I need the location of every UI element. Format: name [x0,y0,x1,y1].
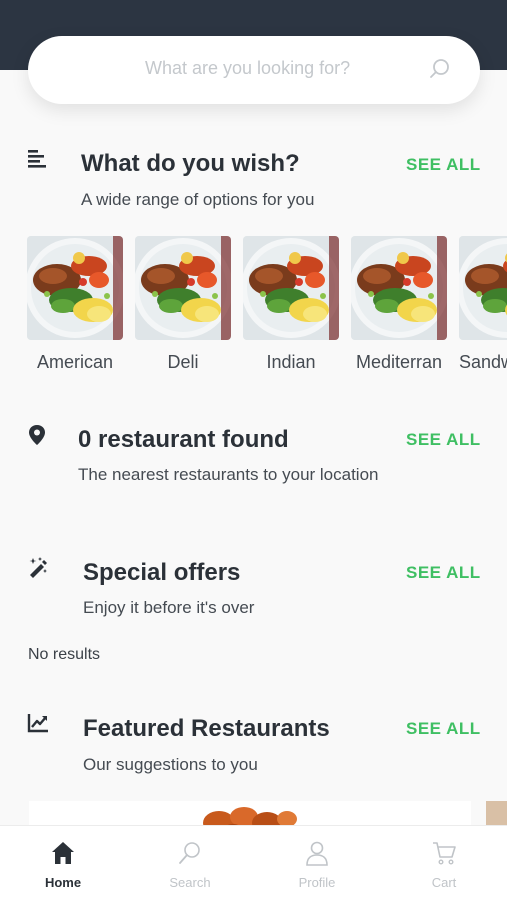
category-image [243,236,339,340]
cart-icon [433,842,456,865]
magic-wand-icon [29,557,47,578]
category-item-indian[interactable]: Indian [243,236,339,372]
section-title-restaurants: 0 restaurant found [78,426,289,453]
menu-lines-icon [28,150,46,168]
section-subtitle-offers: Enjoy it before it's over [83,598,255,617]
search-icon [179,842,200,864]
nav-label: Profile [298,875,336,890]
nav-label: Home [44,875,82,890]
location-pin-icon [29,425,45,445]
nav-tab-cart[interactable]: Cart [381,826,507,901]
search-input[interactable]: What are you looking for? [28,36,480,104]
profile-icon [306,841,328,866]
category-item-american[interactable]: American [27,236,123,372]
offers-empty-text: No results [28,646,101,663]
category-item-sandwich[interactable]: Sandw [459,236,507,372]
section-title-offers: Special offers [83,559,241,586]
category-label: Deli [167,352,199,372]
category-label: Mediterran [355,352,443,372]
see-all-offers-link[interactable]: SEE ALL [406,563,481,583]
nav-tab-home[interactable]: Home [0,826,126,901]
category-label: Sandw [459,352,507,372]
category-image [459,236,507,340]
see-all-featured-link[interactable]: SEE ALL [406,719,481,739]
category-item-deli[interactable]: Deli [135,236,231,372]
category-label: Indian [266,352,316,372]
section-subtitle-wish: A wide range of options for you [81,190,315,209]
nav-label: Cart [431,875,457,890]
bottom-navigation: Home Search Profile Cart [0,825,507,901]
section-subtitle-restaurants: The nearest restaurants to your location [78,465,379,484]
see-all-wish-link[interactable]: SEE ALL [406,155,481,175]
category-image [27,236,123,340]
see-all-restaurants-link[interactable]: SEE ALL [406,430,481,450]
nav-label: Search [169,875,211,890]
nav-tab-search[interactable]: Search [127,826,253,901]
section-subtitle-featured: Our suggestions to you [83,755,258,774]
trending-chart-icon [27,714,48,733]
category-image [135,236,231,340]
category-carousel[interactable]: American Deli Indian Mediterran Sandw [27,236,507,376]
search-icon[interactable] [428,57,452,81]
home-icon [52,842,74,864]
nav-tab-profile[interactable]: Profile [254,826,380,901]
search-placeholder: What are you looking for? [145,58,351,78]
section-title-wish: What do you wish? [81,150,300,177]
category-item-mediterranean[interactable]: Mediterran [351,236,447,372]
category-image [351,236,447,340]
category-label: American [36,352,114,372]
section-title-featured: Featured Restaurants [83,715,330,742]
